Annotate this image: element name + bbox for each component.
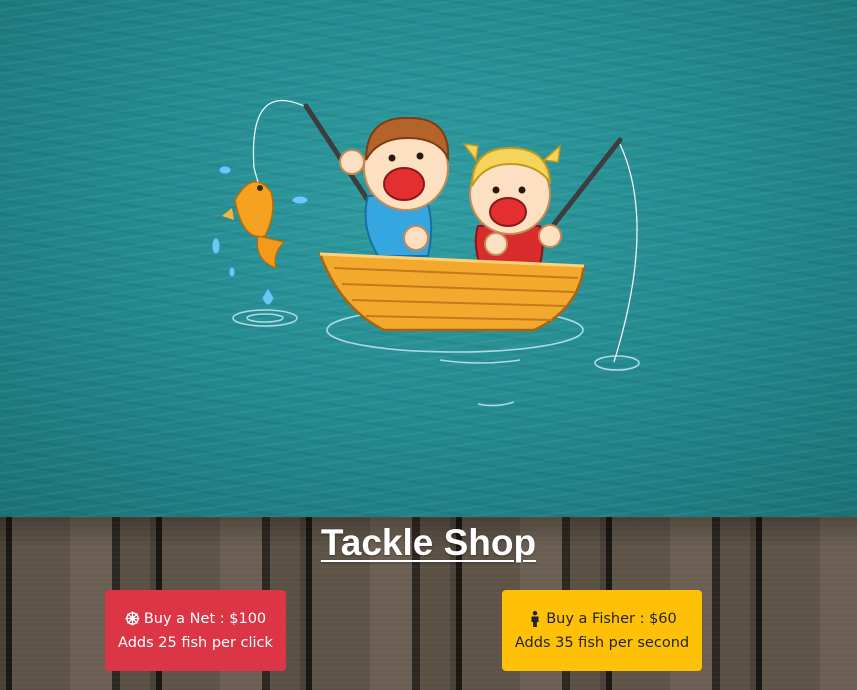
buy-fisher-description: Adds 35 fish per second <box>514 634 690 651</box>
buy-fisher-button[interactable]: Buy a Fisher : $60 Adds 35 fish per seco… <box>502 590 702 671</box>
fishing-scene[interactable] <box>0 0 857 517</box>
person-icon <box>527 610 543 627</box>
buy-net-label: Buy a Net : $100 <box>143 610 267 627</box>
fishing-kids-illustration[interactable] <box>0 0 857 517</box>
buy-net-button[interactable]: Buy a Net : $100 Adds 25 fish per click <box>105 590 286 671</box>
buy-net-description: Adds 25 fish per click <box>118 634 273 651</box>
buy-fisher-label: Buy a Fisher : $60 <box>546 610 677 627</box>
shop-title: Tackle Shop <box>320 522 537 563</box>
dharma-wheel-icon <box>125 611 141 627</box>
